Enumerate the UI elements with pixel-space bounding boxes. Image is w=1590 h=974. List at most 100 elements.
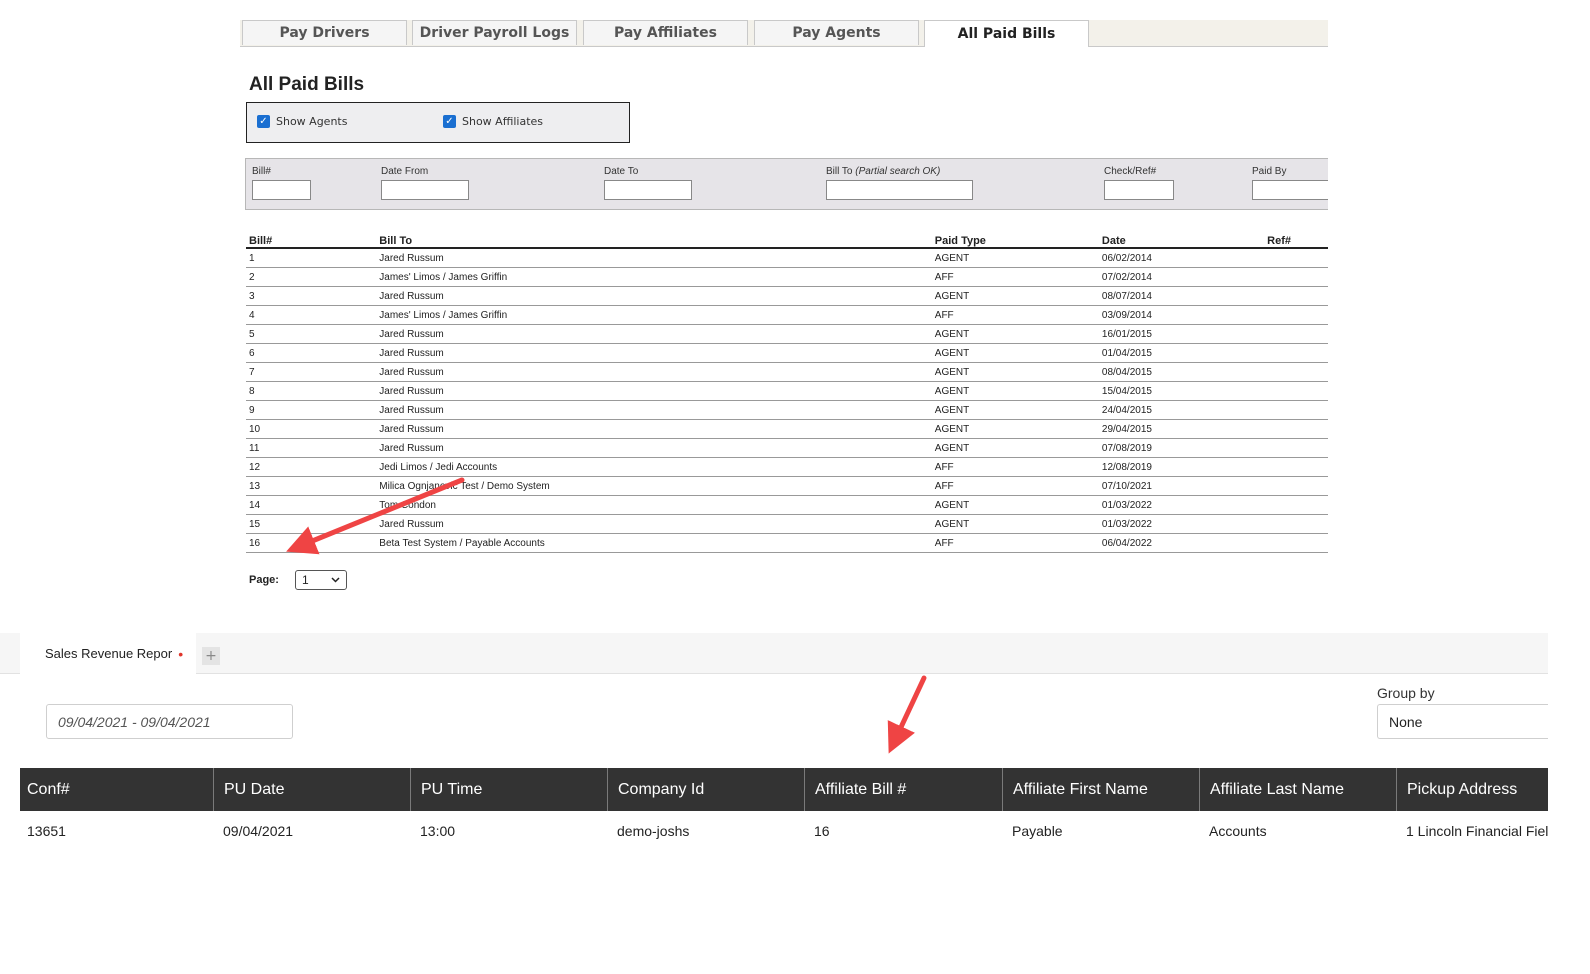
cell-bill-to: Jared Russum (376, 419, 932, 439)
col-paid-type[interactable]: Paid Type (931, 230, 1099, 249)
cell-bill: 15 (246, 514, 377, 534)
cell-paid-type: AGENT (931, 324, 1099, 344)
date-to-label: Date To (604, 166, 639, 177)
tab-pay-agents[interactable]: Pay Agents (754, 20, 919, 45)
col-bill[interactable]: Bill# (246, 230, 377, 249)
report-tab-label: Sales Revenue Repor (45, 646, 173, 661)
check-icon[interactable]: ✓ (443, 115, 456, 128)
tab-pay-drivers[interactable]: Pay Drivers (242, 20, 407, 45)
show-options-box: ✓ Show Agents ✓ Show Affiliates (246, 102, 630, 143)
table-row[interactable]: 8 Jared Russum AGENT 15/04/2015 (246, 381, 1328, 401)
col-pickup-address[interactable]: Pickup Address (1396, 768, 1548, 811)
col-conf[interactable]: Conf# (20, 768, 213, 811)
col-pu-time[interactable]: PU Time (410, 768, 607, 811)
col-affiliate-first-name[interactable]: Affiliate First Name (1002, 768, 1199, 811)
cell-paid-type: AGENT (931, 248, 1099, 268)
cell-bill-to: Jared Russum (376, 362, 932, 382)
table-row[interactable]: 4 James' Limos / James Griffin AFF 03/09/20… (246, 305, 1328, 325)
cell-bill: 7 (246, 362, 377, 382)
col-bill-to[interactable]: Bill To (376, 230, 932, 249)
table-row[interactable]: 6 Jared Russum AGENT 01/04/2015 (246, 343, 1328, 363)
date-range-input[interactable]: 09/04/2021 - 09/04/2021 (46, 704, 293, 739)
table-row[interactable]: 15 Jared Russum AGENT 01/03/2022 (246, 514, 1328, 534)
table-row[interactable]: 16 Beta Test System / Payable Accounts AFF… (246, 533, 1328, 553)
table-row[interactable]: 3 Jared Russum AGENT 08/07/2014 (246, 286, 1328, 306)
cell-affiliate-bill: 16 (814, 823, 830, 839)
table-header-row: Bill# Bill To Paid Type Date Ref# (246, 230, 1328, 249)
cell-bill: 10 (246, 419, 377, 439)
show-agents-checkbox[interactable]: ✓ Show Agents (257, 115, 347, 128)
cell-bill: 14 (246, 495, 377, 515)
pager: Page: 1 (249, 570, 347, 590)
paid-by-input[interactable] (1252, 180, 1328, 200)
cell-ref (1264, 457, 1328, 477)
show-affiliates-label: Show Affiliates (462, 115, 544, 128)
date-to-input[interactable] (604, 180, 692, 200)
cell-paid-type: AGENT (931, 514, 1099, 534)
table-row[interactable]: 10 Jared Russum AGENT 29/04/2015 (246, 419, 1328, 439)
cell-paid-type: AGENT (931, 419, 1099, 439)
col-company-id[interactable]: Company Id (607, 768, 804, 811)
cell-date: 12/08/2019 (1098, 457, 1265, 477)
table-row[interactable]: 12 Jedi Limos / Jedi Accounts AFF 12/08/201… (246, 457, 1328, 477)
cell-paid-type: AGENT (931, 286, 1099, 306)
date-from-input[interactable] (381, 180, 469, 200)
cell-bill: 2 (246, 267, 377, 287)
col-ref[interactable]: Ref# (1264, 230, 1328, 249)
cell-bill: 8 (246, 381, 377, 401)
table-row[interactable]: 11 Jared Russum AGENT 07/08/2019 (246, 438, 1328, 458)
col-date[interactable]: Date (1098, 230, 1265, 249)
cell-ref (1264, 343, 1328, 363)
cell-paid-type: AFF (931, 305, 1099, 325)
table-row[interactable]: 5 Jared Russum AGENT 16/01/2015 (246, 324, 1328, 344)
col-pu-date[interactable]: PU Date (213, 768, 410, 811)
tab-sales-revenue-report[interactable]: Sales Revenue Repor • (20, 633, 196, 674)
cell-bill-to: Jared Russum (376, 324, 932, 344)
tab-all-paid-bills[interactable]: All Paid Bills (924, 20, 1089, 47)
group-by-select[interactable]: None (1377, 704, 1548, 739)
cell-date: 15/04/2015 (1098, 381, 1265, 401)
cell-date: 06/02/2014 (1098, 248, 1265, 268)
page-label: Page: (249, 574, 279, 586)
group-by-label: Group by (1377, 685, 1435, 701)
page-select[interactable]: 1 (294, 570, 347, 590)
table-row[interactable]: 13 Milica Ognjanovic Test / Demo System AF… (246, 476, 1328, 496)
cell-date: 01/03/2022 (1098, 495, 1265, 515)
tab-pay-affiliates[interactable]: Pay Affiliates (583, 20, 748, 45)
table-row[interactable]: 2 James' Limos / James Griffin AFF 07/02/20… (246, 267, 1328, 287)
cell-date: 07/10/2021 (1098, 476, 1265, 496)
table-row[interactable]: 1 Jared Russum AGENT 06/02/2014 (246, 248, 1328, 268)
check-ref-input[interactable] (1104, 180, 1174, 200)
bill-input[interactable] (252, 180, 311, 200)
cell-date: 01/03/2022 (1098, 514, 1265, 534)
bill-to-filter: Bill To (Partial search OK) (826, 166, 973, 200)
report-tab-bar: Sales Revenue Repor • + (0, 633, 1548, 674)
check-icon[interactable]: ✓ (257, 115, 270, 128)
show-affiliates-checkbox[interactable]: ✓ Show Affiliates (443, 115, 543, 128)
cell-paid-type: AGENT (931, 343, 1099, 363)
tab-driver-payroll-logs[interactable]: Driver Payroll Logs (412, 20, 577, 45)
bill-to-input[interactable] (826, 180, 973, 200)
cell-bill-to: Jared Russum (376, 343, 932, 363)
cell-paid-type: AFF (931, 267, 1099, 287)
cell-ref (1264, 476, 1328, 496)
table-row[interactable]: 7 Jared Russum AGENT 08/04/2015 (246, 362, 1328, 382)
paid-by-label: Paid By (1252, 166, 1287, 177)
cell-bill-to: Milica Ognjanovic Test / Demo System (376, 476, 932, 496)
cell-bill: 12 (246, 457, 377, 477)
cell-bill: 3 (246, 286, 377, 306)
col-affiliate-last-name[interactable]: Affiliate Last Name (1199, 768, 1396, 811)
cell-paid-type: AGENT (931, 362, 1099, 382)
date-range-value: 09/04/2021 - 09/04/2021 (58, 713, 211, 730)
col-affiliate-bill[interactable]: Affiliate Bill # (804, 768, 1002, 811)
cell-date: 06/04/2022 (1098, 533, 1265, 553)
add-tab-button[interactable]: + (202, 647, 220, 665)
cell-paid-type: AGENT (931, 381, 1099, 401)
cell-paid-type: AFF (931, 476, 1099, 496)
cell-bill-to: Jared Russum (376, 514, 932, 534)
table-row[interactable]: 13651 09/04/2021 13:00 demo-joshs 16 Pay… (20, 811, 1548, 851)
table-row[interactable]: 14 Tom Condon AGENT 01/03/2022 (246, 495, 1328, 515)
table-row[interactable]: 9 Jared Russum AGENT 24/04/2015 (246, 400, 1328, 420)
unsaved-dot-icon: • (178, 645, 184, 662)
cell-ref (1264, 305, 1328, 325)
